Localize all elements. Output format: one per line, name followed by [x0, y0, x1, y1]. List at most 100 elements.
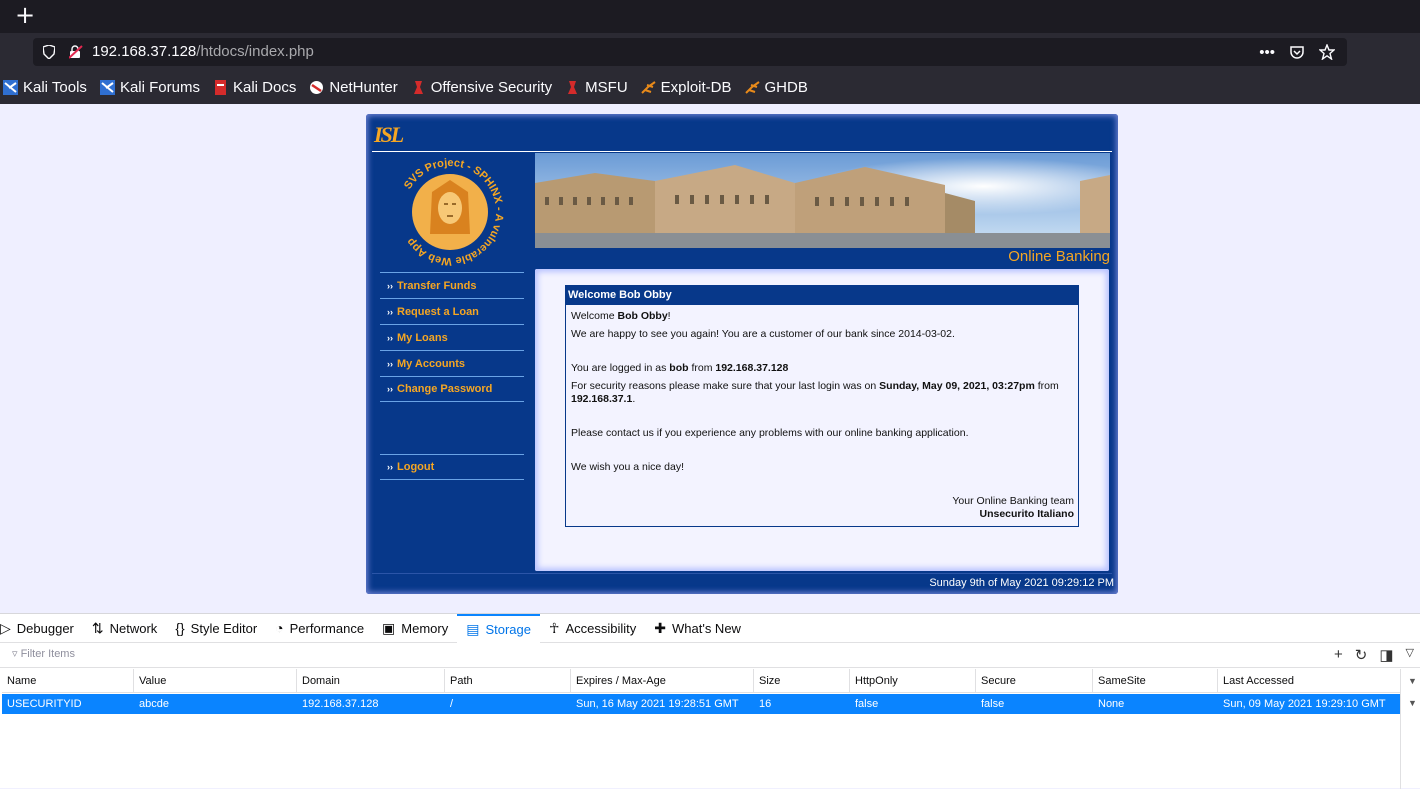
welcome-body: Welcome Bob Obby! We are happy to see yo…	[566, 305, 1078, 521]
footer-date: Sunday 9th of May 2021 09:29:12 PM	[929, 577, 1114, 589]
column-header[interactable]: SameSite	[1093, 668, 1218, 693]
exploitdb-icon	[744, 81, 760, 94]
devtools-panel: ▷ Debugger ⇅ Network {} Style Editor ◔ Perfo…	[0, 613, 1420, 789]
filter-funnel-icon[interactable]: ▽	[1406, 646, 1414, 664]
cookie-path[interactable]: /	[445, 694, 571, 714]
network-icon: ⇅	[91, 619, 104, 636]
welcome-box: Welcome Bob Obby Welcome Bob Obby! We ar…	[565, 285, 1079, 527]
performance-icon: ◔	[275, 620, 284, 636]
cookie-value[interactable]: abcde	[134, 694, 297, 714]
storage-toolbar: + ↻ ◨ ▽	[1334, 646, 1414, 664]
cookie-expires[interactable]: Sun, 16 May 2021 19:28:51 GMT	[571, 694, 754, 714]
column-header[interactable]: HttpOnly	[850, 668, 976, 693]
pocket-icon[interactable]	[1289, 44, 1305, 60]
memory-icon: ▣	[382, 619, 396, 636]
toggle-sidebar-icon[interactable]: ◨	[1379, 646, 1393, 664]
menu-request-loan[interactable]: ›› Request a Loan	[380, 298, 524, 324]
bookmark-kali-forums[interactable]: Kali Forums	[99, 79, 200, 96]
cookie-name[interactable]: USECURITYID	[2, 694, 134, 714]
chevron-down-icon[interactable]: ▼	[1408, 698, 1417, 708]
refresh-icon[interactable]: ↻	[1355, 646, 1368, 664]
column-header[interactable]: Last Accessed	[1218, 669, 1400, 693]
team-line: Your Online Banking team	[952, 495, 1074, 507]
cookie-domain[interactable]: 192.168.37.128	[297, 694, 445, 714]
devtools-tabs: ▷ Debugger ⇅ Network {} Style Editor ◔ Perfo…	[0, 613, 1420, 643]
more-actions-icon[interactable]: •••	[1259, 44, 1275, 61]
bookmark-offensive-security[interactable]: Offensive Security	[411, 79, 552, 96]
table-row[interactable]: USECURITYID abcde 192.168.37.128 / Sun, …	[2, 694, 1400, 714]
bookmarks-toolbar: Kali Tools Kali Forums Kali Docs NetHunt…	[0, 71, 1420, 104]
tab-performance[interactable]: ◔ Performance	[266, 614, 373, 643]
menu-arrow-icon: ››	[387, 280, 393, 291]
offsec-icon	[413, 81, 423, 94]
menu-arrow-icon: ››	[387, 462, 393, 472]
cookie-last-accessed[interactable]: Sun, 09 May 2021 19:29:10 GMT	[1218, 694, 1400, 714]
nethunter-icon	[310, 81, 324, 94]
nice-day-text: We wish you a nice day!	[571, 461, 685, 473]
menu-logout[interactable]: ›› Logout	[380, 454, 524, 480]
debugger-icon: ▷	[0, 619, 11, 636]
menu-change-password[interactable]: ›› Change Password	[380, 376, 524, 402]
column-header[interactable]: Name	[2, 668, 134, 693]
column-header[interactable]: Secure	[976, 668, 1093, 693]
cookie-size[interactable]: 16	[754, 694, 850, 714]
isl-logo[interactable]: ISL	[374, 122, 404, 148]
bookmark-nethunter[interactable]: NetHunter	[309, 79, 398, 96]
column-header[interactable]: Path	[445, 668, 571, 693]
tab-style-editor[interactable]: {} Style Editor	[166, 614, 266, 643]
url-text[interactable]: 192.168.37.128/htdocs/index.php	[92, 43, 314, 60]
side-menu: ›› Transfer Funds ›› Request a Loan ›› My L…	[380, 272, 524, 402]
cookie-secure[interactable]: false	[976, 694, 1093, 714]
greeting: Welcome Bob Obby!	[571, 310, 671, 322]
insecure-lock-icon[interactable]	[69, 45, 83, 59]
kali-icon	[99, 80, 115, 95]
menu-my-loans[interactable]: ›› My Loans	[380, 324, 524, 350]
url-bar[interactable]: 192.168.37.128/htdocs/index.php •••	[33, 38, 1347, 66]
menu-arrow-icon: ››	[387, 358, 393, 369]
bookmark-kali-tools[interactable]: Kali Tools	[3, 79, 87, 96]
tab-whats-new[interactable]: ✚ What's New	[645, 614, 750, 643]
bookmark-msfu[interactable]: MSFU	[565, 79, 628, 96]
column-header[interactable]: Expires / Max-Age	[571, 668, 754, 693]
bookmark-ghdb[interactable]: GHDB	[744, 79, 808, 96]
bookmark-kali-docs[interactable]: Kali Docs	[213, 79, 296, 96]
tab-debugger[interactable]: ▷ Debugger	[0, 614, 83, 643]
team-name: Unsecurito Italiano	[979, 508, 1074, 520]
menu-transfer-funds[interactable]: ›› Transfer Funds	[380, 272, 524, 298]
table-header: Name Value Domain Path Expires / Max-Age…	[2, 668, 1400, 693]
exploitdb-icon	[640, 81, 656, 94]
style-editor-icon: {}	[175, 620, 185, 636]
add-item-icon[interactable]: +	[1334, 646, 1343, 664]
tab-storage[interactable]: ▤ Storage	[457, 613, 541, 643]
main-panel: Welcome Bob Obby Welcome Bob Obby! We ar…	[535, 269, 1109, 571]
cookie-samesite[interactable]: None	[1093, 694, 1218, 714]
bookmark-star-icon[interactable]	[1319, 44, 1335, 60]
page-actions: •••	[1259, 43, 1335, 61]
logged-in-text: You are logged in as bob from 192.168.37…	[571, 362, 789, 374]
tab-memory[interactable]: ▣ Memory	[373, 614, 457, 643]
chevron-down-icon[interactable]: ▼	[1408, 676, 1417, 686]
column-header[interactable]: Domain	[297, 668, 445, 693]
tracking-shield-icon[interactable]	[43, 45, 55, 59]
tab-accessibility[interactable]: ☥ Accessibility	[540, 614, 645, 643]
filter-icon: ▿	[12, 648, 21, 660]
kali-icon	[3, 80, 18, 95]
kali-docs-icon	[214, 80, 226, 95]
cookies-table: Name Value Domain Path Expires / Max-Age…	[2, 668, 1400, 714]
tab-network[interactable]: ⇅ Network	[83, 614, 166, 643]
tab-bar: +	[0, 0, 1420, 33]
column-header[interactable]: Value	[134, 668, 297, 693]
accessibility-icon: ☥	[549, 619, 560, 636]
cookie-httponly[interactable]: false	[850, 694, 976, 714]
navigation-bar: 192.168.37.128/htdocs/index.php •••	[0, 33, 1420, 71]
filter-input[interactable]: ▿ Filter Items	[12, 647, 75, 660]
new-tab-button[interactable]: +	[12, 3, 38, 29]
menu-my-accounts[interactable]: ›› My Accounts	[380, 350, 524, 376]
site-frame: ISL SVS Project - SPHINX - A vulnerable …	[366, 114, 1118, 594]
logout-section: ›› Logout	[380, 454, 524, 480]
divider	[372, 573, 1112, 574]
storage-icon: ▤	[466, 620, 480, 637]
column-header[interactable]: Size	[754, 668, 850, 693]
palace-panorama-image	[535, 153, 1110, 248]
bookmark-exploit-db[interactable]: Exploit-DB	[640, 79, 732, 96]
